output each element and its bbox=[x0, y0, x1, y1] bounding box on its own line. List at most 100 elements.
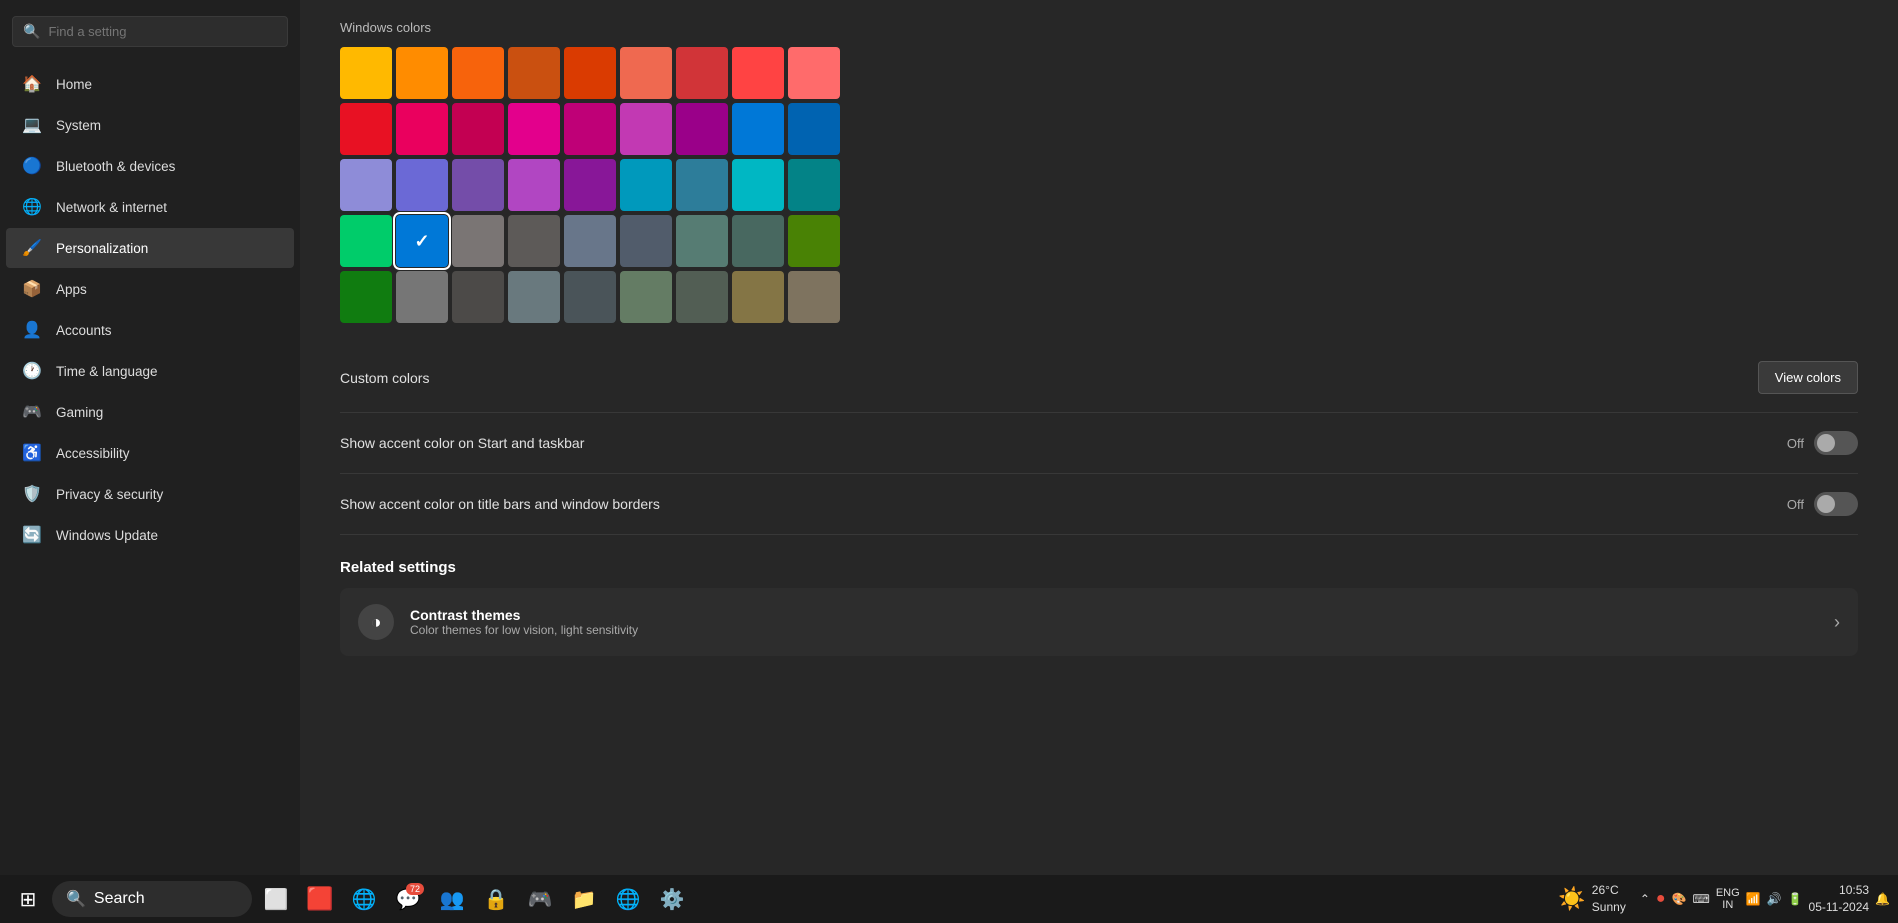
color-swatch-0[interactable] bbox=[340, 47, 392, 99]
color-swatch-21[interactable] bbox=[508, 159, 560, 211]
nav-list: 🏠 Home 💻 System 🔵 Bluetooth & devices 🌐 … bbox=[0, 63, 300, 556]
color-swatch-13[interactable] bbox=[564, 103, 616, 155]
sidebar-item-apps[interactable]: 📦 Apps bbox=[6, 269, 294, 309]
settings-icon[interactable]: ⚙️ bbox=[652, 879, 692, 919]
sidebar-item-accessibility[interactable]: ♿ Accessibility bbox=[6, 433, 294, 473]
weather-widget[interactable]: ☀️ 26°C Sunny bbox=[1550, 878, 1633, 920]
xbox-icon[interactable]: 🎮 bbox=[520, 879, 560, 919]
sidebar-label-apps: Apps bbox=[56, 282, 87, 297]
color-swatch-41[interactable] bbox=[620, 271, 672, 323]
color-swatch-39[interactable] bbox=[508, 271, 560, 323]
color-swatch-44[interactable] bbox=[788, 271, 840, 323]
color-swatch-5[interactable] bbox=[620, 47, 672, 99]
color-swatch-10[interactable] bbox=[396, 103, 448, 155]
sidebar-item-home[interactable]: 🏠 Home bbox=[6, 64, 294, 104]
color-swatch-12[interactable] bbox=[508, 103, 560, 155]
accent-start-toggle[interactable] bbox=[1814, 431, 1858, 455]
battery-icon: 🔋 bbox=[1788, 892, 1803, 906]
color-swatch-43[interactable] bbox=[732, 271, 784, 323]
color-swatch-15[interactable] bbox=[676, 103, 728, 155]
color-swatch-6[interactable] bbox=[676, 47, 728, 99]
chrome2-icon[interactable]: 🌐 bbox=[608, 879, 648, 919]
sidebar-label-home: Home bbox=[56, 77, 92, 92]
sidebar-label-privacy: Privacy & security bbox=[56, 487, 163, 502]
expand-icon[interactable]: ⌃ bbox=[1640, 892, 1650, 906]
sidebar-item-system[interactable]: 💻 System bbox=[6, 105, 294, 145]
color-swatch-27[interactable] bbox=[340, 215, 392, 267]
notification-icon[interactable]: 🔔 bbox=[1875, 892, 1890, 906]
color-swatch-30[interactable] bbox=[508, 215, 560, 267]
contrast-text: Contrast themes Color themes for low vis… bbox=[410, 607, 638, 637]
badge-app-icon[interactable]: 💬 72 bbox=[388, 879, 428, 919]
color-swatch-16[interactable] bbox=[732, 103, 784, 155]
color-swatch-4[interactable] bbox=[564, 47, 616, 99]
view-colors-button[interactable]: View colors bbox=[1758, 361, 1858, 394]
time-display: 10:53 bbox=[1809, 882, 1870, 899]
lock-icon[interactable]: 🔒 bbox=[476, 879, 516, 919]
color-swatch-7[interactable] bbox=[732, 47, 784, 99]
color-swatch-23[interactable] bbox=[620, 159, 672, 211]
contrast-themes-card[interactable]: ◑ Contrast themes Color themes for low v… bbox=[340, 588, 1858, 656]
folder-icon[interactable]: 📁 bbox=[564, 879, 604, 919]
accent-title-toggle[interactable] bbox=[1814, 492, 1858, 516]
color-swatch-20[interactable] bbox=[452, 159, 504, 211]
color-swatch-33[interactable] bbox=[676, 215, 728, 267]
section-title: Windows colors bbox=[340, 20, 1858, 35]
sidebar-item-time[interactable]: 🕐 Time & language bbox=[6, 351, 294, 391]
taskbar: ⊞ 🔍 Search ⬜ 🟥 🌐 💬 72 👥 🔒 🎮 📁 🌐 ⚙️ ☀️ 26… bbox=[0, 875, 1898, 923]
personalization-icon: 🖌️ bbox=[22, 238, 42, 258]
color-swatch-8[interactable] bbox=[788, 47, 840, 99]
search-input[interactable] bbox=[48, 24, 277, 39]
red-app-icon[interactable]: 🟥 bbox=[300, 879, 340, 919]
color-swatch-19[interactable] bbox=[396, 159, 448, 211]
color-swatch-9[interactable] bbox=[340, 103, 392, 155]
search-box[interactable]: 🔍 bbox=[12, 16, 288, 47]
color-swatch-42[interactable] bbox=[676, 271, 728, 323]
color-swatch-26[interactable] bbox=[788, 159, 840, 211]
chrome-icon[interactable]: 🌐 bbox=[344, 879, 384, 919]
sidebar-item-network[interactable]: 🌐 Network & internet bbox=[6, 187, 294, 227]
color-swatch-1[interactable] bbox=[396, 47, 448, 99]
color-swatch-40[interactable] bbox=[564, 271, 616, 323]
color-swatch-18[interactable] bbox=[340, 159, 392, 211]
color-swatch-35[interactable] bbox=[788, 215, 840, 267]
color-swatch-36[interactable] bbox=[340, 271, 392, 323]
keyboard-icon[interactable]: ⌨ bbox=[1693, 892, 1710, 906]
color-swatch-31[interactable] bbox=[564, 215, 616, 267]
wifi-icon[interactable]: 📶 bbox=[1746, 892, 1761, 906]
system-icon: 💻 bbox=[22, 115, 42, 135]
contrast-icon: ◑ bbox=[358, 604, 394, 640]
teams-icon[interactable]: 👥 bbox=[432, 879, 472, 919]
color-swatch-11[interactable] bbox=[452, 103, 504, 155]
taskbar-time[interactable]: 10:53 05-11-2024 bbox=[1809, 882, 1870, 916]
gaming-icon: 🎮 bbox=[22, 402, 42, 422]
contrast-title: Contrast themes bbox=[410, 607, 638, 623]
task-view-button[interactable]: ⬜ bbox=[256, 879, 296, 919]
sidebar-item-personalization[interactable]: 🖌️ Personalization bbox=[6, 228, 294, 268]
sidebar-item-windows-update[interactable]: 🔄 Windows Update bbox=[6, 515, 294, 555]
color-swatch-29[interactable] bbox=[452, 215, 504, 267]
color-swatch-22[interactable] bbox=[564, 159, 616, 211]
color-swatch-37[interactable] bbox=[396, 271, 448, 323]
color-swatch-14[interactable] bbox=[620, 103, 672, 155]
sidebar-label-accounts: Accounts bbox=[56, 323, 112, 338]
color-swatch-17[interactable] bbox=[788, 103, 840, 155]
color-swatch-28[interactable] bbox=[396, 215, 448, 267]
color-swatch-24[interactable] bbox=[676, 159, 728, 211]
sidebar-item-privacy[interactable]: 🛡️ Privacy & security bbox=[6, 474, 294, 514]
start-button[interactable]: ⊞ bbox=[8, 879, 48, 919]
taskbar-search-label: Search bbox=[94, 890, 145, 908]
color-swatch-32[interactable] bbox=[620, 215, 672, 267]
color-swatch-25[interactable] bbox=[732, 159, 784, 211]
sidebar-item-bluetooth[interactable]: 🔵 Bluetooth & devices bbox=[6, 146, 294, 186]
weather-condition: Sunny bbox=[1592, 899, 1626, 916]
volume-icon[interactable]: 🔊 bbox=[1767, 892, 1782, 906]
color-swatch-34[interactable] bbox=[732, 215, 784, 267]
sidebar-item-gaming[interactable]: 🎮 Gaming bbox=[6, 392, 294, 432]
color-swatch-38[interactable] bbox=[452, 271, 504, 323]
windows-update-icon: 🔄 bbox=[22, 525, 42, 545]
taskbar-search[interactable]: 🔍 Search bbox=[52, 881, 252, 917]
color-swatch-2[interactable] bbox=[452, 47, 504, 99]
sidebar-item-accounts[interactable]: 👤 Accounts bbox=[6, 310, 294, 350]
color-swatch-3[interactable] bbox=[508, 47, 560, 99]
